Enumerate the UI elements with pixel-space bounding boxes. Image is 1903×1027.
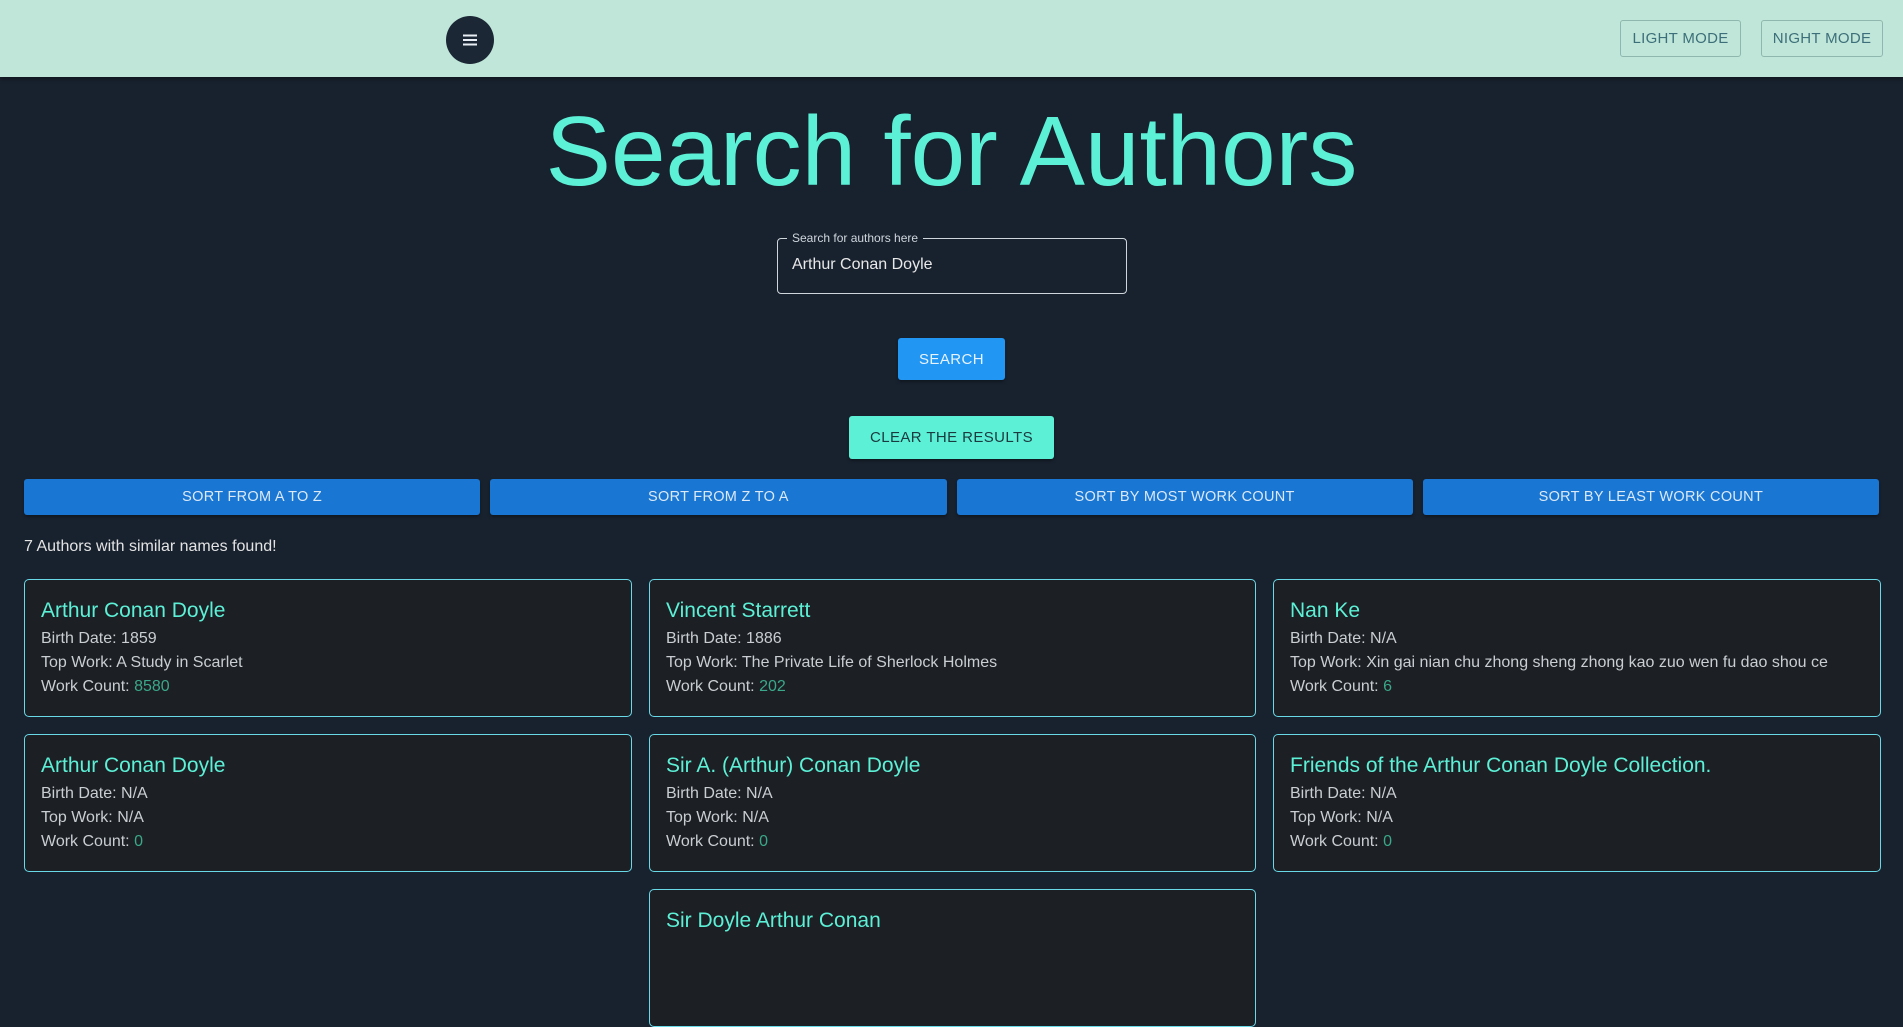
author-name: Arthur Conan Doyle (41, 754, 226, 777)
author-card[interactable]: Nan Ke Birth Date: N/A Top Work: Xin gai… (1273, 579, 1881, 717)
page-title: Search for Authors (545, 96, 1358, 206)
birth-date-value: N/A (746, 785, 773, 802)
birth-date-line: Birth Date: N/A (1290, 782, 1864, 806)
top-work-line: Top Work: The Private Life of Sherlock H… (666, 651, 1239, 675)
work-count-value: 6 (1383, 678, 1392, 695)
work-count-label: Work Count: (666, 833, 755, 850)
sort-z-to-a-button[interactable]: SORT FROM Z TO A (490, 479, 947, 515)
sort-button-row: SORT FROM A TO Z SORT FROM Z TO A SORT B… (24, 479, 1879, 515)
menu-button[interactable] (446, 16, 494, 64)
birth-date-line: Birth Date: N/A (41, 782, 615, 806)
work-count-label: Work Count: (1290, 833, 1379, 850)
result-count-text: 7 Authors with similar names found! (24, 538, 277, 555)
top-work-value: N/A (1366, 809, 1393, 826)
top-work-label: Top Work: (666, 654, 738, 671)
work-count-line: Work Count: 0 (666, 830, 1239, 854)
sort-most-work-count-button[interactable]: SORT BY MOST WORK COUNT (956, 479, 1413, 515)
birth-date-line: Birth Date: N/A (1290, 627, 1864, 651)
birth-date-line: Birth Date: 1859 (41, 627, 615, 651)
top-work-label: Top Work: (1290, 809, 1362, 826)
birth-date-label: Birth Date: (666, 785, 742, 802)
top-app-bar: LIGHT MODE NIGHT MODE (0, 0, 1903, 77)
work-count-value: 0 (134, 833, 143, 850)
author-name: Arthur Conan Doyle (41, 599, 226, 622)
top-work-value: The Private Life of Sherlock Holmes (741, 654, 998, 671)
work-count-label: Work Count: (41, 678, 130, 695)
sort-a-to-z-button[interactable]: SORT FROM A TO Z (24, 479, 481, 515)
birth-date-value: 1859 (121, 630, 157, 647)
clear-results-button[interactable]: CLEAR THE RESULTS (849, 416, 1054, 459)
light-mode-button[interactable]: LIGHT MODE (1620, 20, 1741, 57)
birth-date-value: 1886 (746, 630, 782, 647)
top-work-line: Top Work: N/A (41, 806, 615, 830)
work-count-value: 202 (759, 678, 786, 695)
work-count-value: 0 (759, 833, 768, 850)
top-work-line: Top Work: A Study in Scarlet (41, 651, 615, 675)
top-work-label: Top Work: (41, 654, 113, 671)
author-results-grid: Arthur Conan Doyle Birth Date: 1859 Top … (24, 579, 1881, 1027)
author-name: Sir A. (Arthur) Conan Doyle (666, 754, 921, 777)
search-field[interactable]: Search for authors here (777, 231, 1127, 294)
work-count-line: Work Count: 8580 (41, 675, 615, 699)
birth-date-value: N/A (121, 785, 148, 802)
author-name: Friends of the Arthur Conan Doyle Collec… (1290, 754, 1712, 777)
author-card[interactable]: Arthur Conan Doyle Birth Date: 1859 Top … (24, 579, 632, 717)
birth-date-value: N/A (1370, 630, 1397, 647)
work-count-line: Work Count: 202 (666, 675, 1239, 699)
top-work-value: N/A (117, 809, 144, 826)
author-name: Sir Doyle Arthur Conan (666, 909, 881, 932)
birth-date-label: Birth Date: (666, 630, 742, 647)
search-button[interactable]: SEARCH (898, 338, 1005, 380)
work-count-value: 0 (1383, 833, 1392, 850)
top-work-line: Top Work: Xin gai nian chu zhong sheng z… (1290, 651, 1864, 675)
birth-date-value: N/A (1370, 785, 1397, 802)
top-work-label: Top Work: (1290, 654, 1362, 671)
work-count-line: Work Count: 0 (41, 830, 615, 854)
search-field-label: Search for authors here (787, 231, 924, 245)
sort-least-work-count-button[interactable]: SORT BY LEAST WORK COUNT (1422, 479, 1879, 515)
birth-date-label: Birth Date: (1290, 630, 1366, 647)
work-count-label: Work Count: (1290, 678, 1379, 695)
birth-date-label: Birth Date: (41, 785, 117, 802)
top-work-value: N/A (742, 809, 769, 826)
top-work-value: A Study in Scarlet (116, 654, 243, 671)
top-work-line: Top Work: N/A (666, 806, 1239, 830)
author-card[interactable]: Friends of the Arthur Conan Doyle Collec… (1273, 734, 1881, 872)
birth-date-label: Birth Date: (41, 630, 117, 647)
work-count-label: Work Count: (666, 678, 755, 695)
search-input[interactable] (792, 256, 1112, 274)
top-work-label: Top Work: (666, 809, 738, 826)
work-count-line: Work Count: 6 (1290, 675, 1864, 699)
top-work-label: Top Work: (41, 809, 113, 826)
night-mode-button[interactable]: NIGHT MODE (1761, 20, 1883, 57)
author-card[interactable]: Sir Doyle Arthur Conan (649, 889, 1256, 1027)
author-card[interactable]: Vincent Starrett Birth Date: 1886 Top Wo… (649, 579, 1256, 717)
hamburger-menu-icon (463, 34, 477, 46)
work-count-label: Work Count: (41, 833, 130, 850)
birth-date-line: Birth Date: N/A (666, 782, 1239, 806)
author-name: Nan Ke (1290, 599, 1361, 622)
top-work-value: Xin gai nian chu zhong sheng zhong kao z… (1366, 654, 1828, 671)
birth-date-label: Birth Date: (1290, 785, 1366, 802)
birth-date-line: Birth Date: 1886 (666, 627, 1239, 651)
author-card[interactable]: Sir A. (Arthur) Conan Doyle Birth Date: … (649, 734, 1256, 872)
top-work-line: Top Work: N/A (1290, 806, 1864, 830)
author-name: Vincent Starrett (666, 599, 811, 622)
work-count-value: 8580 (134, 678, 170, 695)
author-card[interactable]: Arthur Conan Doyle Birth Date: N/A Top W… (24, 734, 632, 872)
work-count-line: Work Count: 0 (1290, 830, 1864, 854)
